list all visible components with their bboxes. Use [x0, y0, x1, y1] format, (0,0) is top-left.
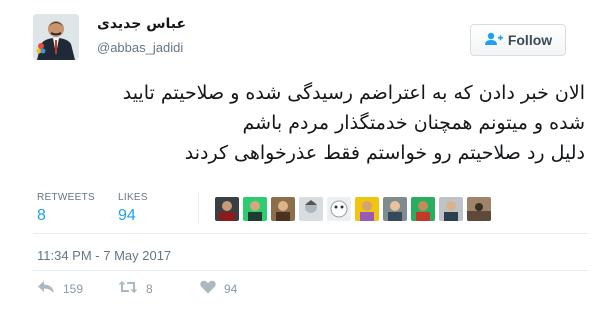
tweet-line: شده و میتونم همچنان خدمتگذار مردم باشم — [242, 112, 585, 134]
follow-button[interactable]: Follow — [470, 24, 566, 56]
liker-avatar-icon[interactable] — [383, 197, 407, 221]
retweets-count[interactable]: 8 — [37, 207, 46, 225]
display-name[interactable]: عباس جدیدی — [97, 16, 186, 32]
add-user-icon — [484, 31, 504, 50]
like-button[interactable]: 94 — [200, 279, 237, 298]
tweet-line: الان خبر دادن که به اعتراضم رسیدگی شده و… — [122, 82, 585, 104]
tweet-timestamp[interactable]: 11:34 PM - 7 May 2017 — [37, 248, 171, 263]
avatar[interactable] — [33, 14, 79, 60]
liker-avatar-icon[interactable] — [467, 197, 491, 221]
reply-icon — [37, 279, 55, 298]
liker-avatar-icon[interactable] — [271, 197, 295, 221]
liker-avatar-icon[interactable] — [355, 197, 379, 221]
tweet-text: الان خبر دادن که به اعتراضم رسیدگی شده و… — [25, 78, 585, 168]
retweets-label: RETWEETS — [37, 192, 95, 203]
user-handle[interactable]: @abbas_jadidi — [97, 40, 183, 55]
liker-avatar-icon[interactable] — [215, 197, 239, 221]
likers-list — [215, 197, 491, 221]
stats-divider — [198, 192, 199, 224]
likes-count[interactable]: 94 — [118, 207, 136, 225]
liker-avatar-icon[interactable] — [299, 197, 323, 221]
heart-icon — [200, 279, 216, 298]
likes-label: LIKES — [118, 192, 148, 203]
divider — [33, 233, 588, 234]
reply-button[interactable]: 159 — [37, 279, 83, 298]
like-count: 94 — [224, 281, 238, 296]
divider — [33, 270, 588, 271]
reply-count: 159 — [63, 281, 84, 296]
retweet-count: 8 — [146, 281, 153, 296]
liker-avatar-icon[interactable] — [243, 197, 267, 221]
retweet-icon — [118, 279, 138, 298]
retweet-button[interactable]: 8 — [118, 279, 153, 298]
follow-label: Follow — [507, 32, 553, 48]
liker-avatar-icon[interactable] — [327, 197, 351, 221]
liker-avatar-icon[interactable] — [439, 197, 463, 221]
liker-avatar-icon[interactable] — [411, 197, 435, 221]
tweet-line: دلیل رد صلاحیتم رو خواستم فقط عذرخواهی ک… — [184, 142, 585, 164]
